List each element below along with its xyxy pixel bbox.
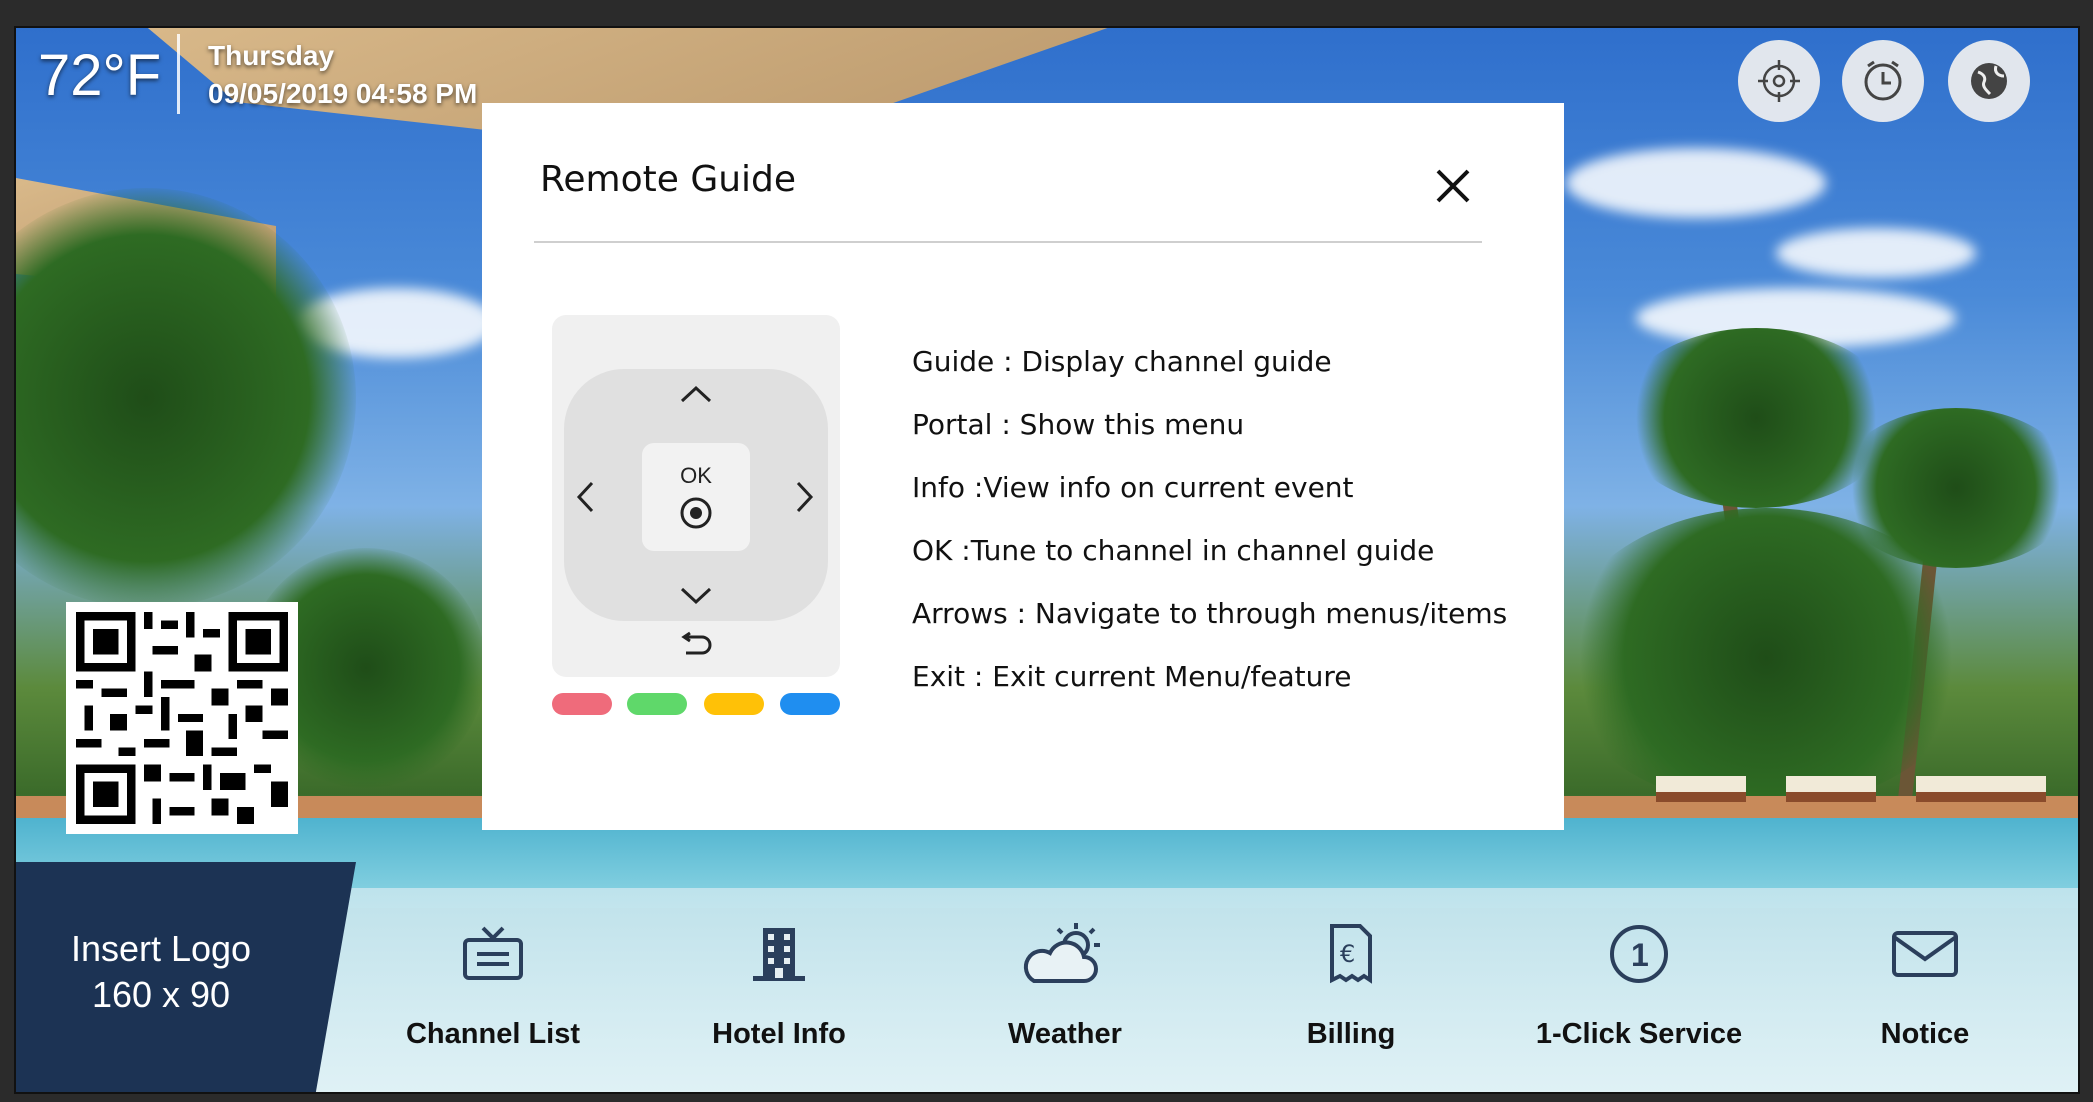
menu-label: Weather: [1008, 1018, 1122, 1050]
billing-icon: €: [1330, 924, 1372, 984]
menu-label: 1-Click Service: [1535, 1018, 1743, 1050]
tv-portal-screen: 72°F Thursday 09/05/2019 04:58 PM Insert…: [14, 26, 2080, 1094]
menu-billing[interactable]: € Billing: [1236, 908, 1466, 1051]
guide-line-arrows: Arrows : Navigate to through menus/items: [912, 597, 1508, 630]
green-key: [627, 693, 687, 715]
back-icon: [681, 631, 712, 655]
down-arrow-icon: [680, 587, 712, 605]
ok-button-illustration: OK: [642, 443, 750, 551]
menu-label: Channel List: [405, 1018, 580, 1050]
guide-line-info: Info :View info on current event: [912, 471, 1354, 504]
left-arrow-icon: [576, 481, 594, 513]
menu-label: Hotel Info: [712, 1018, 846, 1050]
up-arrow-icon: [680, 385, 712, 403]
close-icon: [1436, 169, 1470, 203]
guide-line-guide: Guide : Display channel guide: [912, 345, 1332, 378]
close-button[interactable]: [1428, 161, 1478, 211]
weather-divider: [177, 34, 180, 114]
menu-weather[interactable]: Weather: [950, 908, 1180, 1051]
guide-line-ok: OK :Tune to channel in channel guide: [912, 534, 1435, 567]
logo-size: 160 x 90: [91, 974, 231, 1015]
qr-code: [66, 602, 298, 834]
ok-label: OK: [680, 463, 712, 488]
menu-1-click-service[interactable]: 1 1-Click Service: [1524, 908, 1754, 1051]
input-source-button[interactable]: [1738, 40, 1820, 122]
logo-placeholder: Insert Logo 160 x 90: [16, 862, 356, 1092]
remote-guide-dialog: Remote Guide OK Guide: Display channel …: [482, 103, 1564, 830]
dialog-divider: [534, 241, 1482, 243]
svg-text:€: €: [1340, 940, 1355, 968]
yellow-key: [704, 693, 764, 715]
language-button[interactable]: [1948, 40, 2030, 122]
menu-hotel-info[interactable]: Hotel Info: [664, 908, 894, 1051]
guide-line-portal: Portal : Show this menu: [912, 408, 1245, 441]
guide-line-exit: Exit : Exit current Menu/feature: [912, 660, 1352, 693]
menu-notice[interactable]: Notice: [1810, 908, 2040, 1051]
remote-illustration: OK: [552, 315, 840, 677]
one-icon: 1: [1610, 925, 1668, 983]
red-key: [552, 693, 612, 715]
dialog-title: Remote Guide: [540, 159, 797, 200]
building-icon: [753, 928, 805, 981]
globe-icon: [1971, 63, 2007, 99]
weekday: Thursday: [208, 40, 335, 71]
menu-label: Billing: [1306, 1018, 1396, 1050]
menu-label: Notice: [1880, 1018, 1970, 1050]
date-time: 09/05/2019 04:58 PM: [208, 78, 478, 109]
tv-icon: [463, 926, 523, 980]
weather-icon: [1023, 923, 1100, 983]
menu-channel-list[interactable]: Channel List: [378, 908, 608, 1051]
alarm-button[interactable]: [1842, 40, 1924, 122]
blue-key: [780, 693, 840, 715]
dpad: OK: [564, 369, 828, 621]
logo-text: Insert Logo: [70, 928, 252, 969]
temperature: 72°F: [38, 43, 162, 108]
right-arrow-icon: [796, 481, 814, 513]
mail-icon: [1892, 931, 1958, 977]
clock-icon: [1864, 60, 1902, 101]
crosshair-icon: [1758, 60, 1800, 102]
svg-text:1: 1: [1631, 937, 1649, 973]
ok-dot-icon: [680, 497, 712, 529]
